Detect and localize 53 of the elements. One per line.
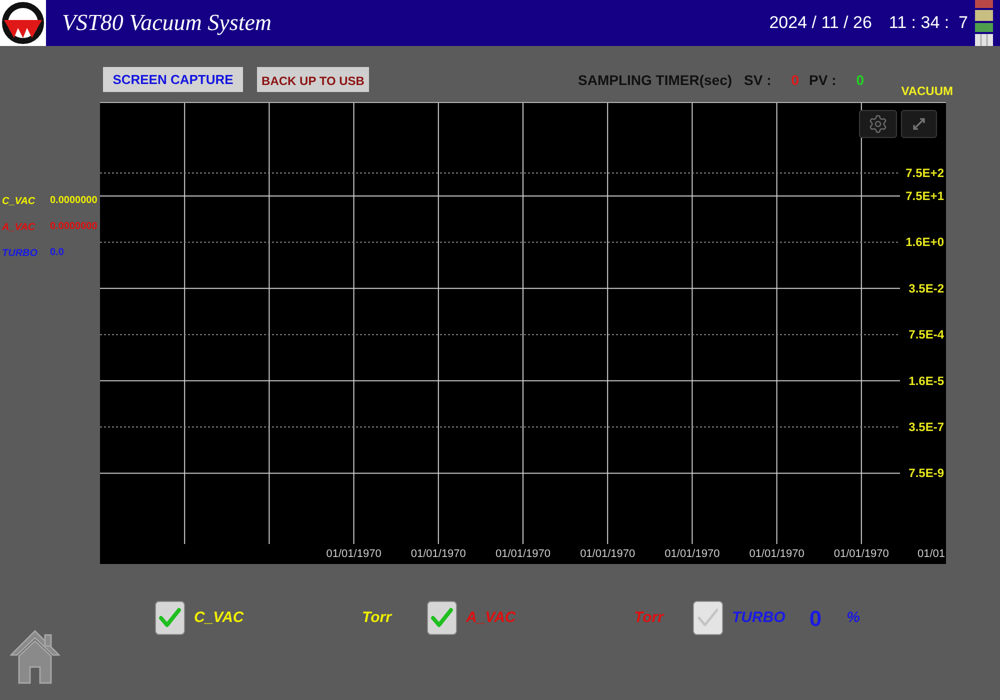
sampling-timer-label: SAMPLING TIMER(sec) xyxy=(578,70,732,90)
reading-label: A_VAC xyxy=(2,222,36,233)
checkbox[interactable] xyxy=(155,601,185,635)
pv-value: 0 xyxy=(856,70,864,90)
x-axis-label: 01/01/1970 xyxy=(580,548,636,560)
channel-value: 0 xyxy=(809,604,822,632)
logo-icon xyxy=(0,0,46,46)
x-axis-label: 01/01/1970 xyxy=(410,548,466,560)
reading-value: 0.0000000 xyxy=(50,194,98,208)
sv-label: SV : xyxy=(744,70,772,90)
channel-name: A_VAC xyxy=(466,609,516,626)
reading-value: 0.0000000 xyxy=(50,220,98,234)
check-icon xyxy=(431,608,453,628)
x-axis-label: 01/01/1970 xyxy=(834,548,889,560)
signal-tower-icon xyxy=(973,0,995,46)
y-axis-label: 3.5E-7 xyxy=(908,420,944,434)
unit-label: Torr xyxy=(362,608,392,628)
settings-icon xyxy=(868,114,888,134)
y-axis-label: 7.5E-9 xyxy=(908,466,944,480)
y-axis-label: 1.6E+0 xyxy=(906,235,944,250)
pv-label: PV : xyxy=(809,70,836,90)
backup-button[interactable]: BACK UP TO USB xyxy=(257,67,369,92)
x-axis-label: 01/01/1970 xyxy=(664,548,720,560)
expand-icon xyxy=(911,116,927,132)
reading-label: TURBO xyxy=(2,248,38,259)
screen-capture-button[interactable]: SCREEN CAPTURE xyxy=(103,67,243,92)
reading-value: 0.0 xyxy=(50,246,64,260)
y-axis-label: 1.6E-5 xyxy=(908,374,944,388)
settings-button[interactable] xyxy=(859,110,897,138)
y-axis-label: 7.5E+1 xyxy=(906,189,944,203)
x-axis-label: 01/01/1970 xyxy=(326,548,382,560)
unit-label: Torr xyxy=(634,608,664,628)
x-axis-label: 01/01/1970 xyxy=(749,548,804,560)
window-title: VST80 Vacuum System xyxy=(62,8,272,37)
expand-button[interactable] xyxy=(901,110,937,138)
y-axis-label: 7.5E+2 xyxy=(906,166,944,180)
checkbox[interactable] xyxy=(427,601,457,635)
axis-title: VACUUM xyxy=(901,83,953,100)
check-icon xyxy=(159,608,181,628)
y-axis-label: 7.5E-4 xyxy=(908,328,944,342)
unit-label: % xyxy=(846,608,860,628)
x-axis-label: 01/01 xyxy=(917,548,945,560)
channel-name: C_VAC xyxy=(194,609,244,626)
x-axis-label: 01/01/1970 xyxy=(495,548,551,560)
check-icon xyxy=(697,608,719,628)
channel-name: TURBO xyxy=(732,608,786,628)
time-text: 11 : 34 : 7 xyxy=(888,12,968,34)
home-icon[interactable] xyxy=(10,628,60,685)
checkbox[interactable] xyxy=(693,601,723,635)
y-axis-label: 3.5E-2 xyxy=(908,281,944,296)
sv-value: 0 xyxy=(791,70,800,90)
date-text: 2024 / 11 / 26 xyxy=(769,12,872,34)
reading-label: C_VAC xyxy=(2,196,36,207)
